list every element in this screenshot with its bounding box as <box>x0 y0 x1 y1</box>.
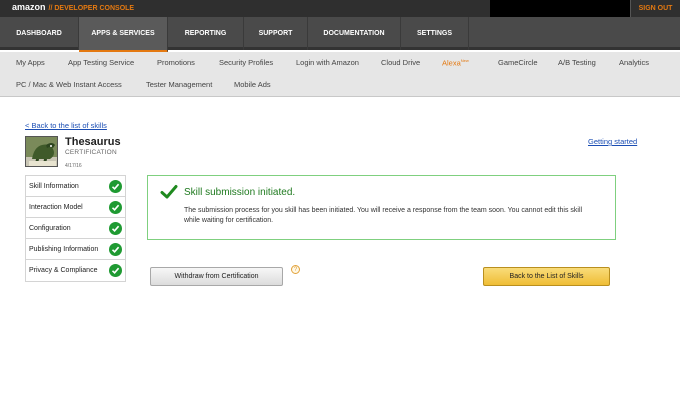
skill-icon <box>25 136 58 167</box>
skill-date: 4/17/16 <box>65 163 82 169</box>
withdraw-button[interactable]: Withdraw from Certification <box>150 267 283 286</box>
step-publishing-information[interactable]: Publishing Information <box>26 239 125 260</box>
subnav-tester-management[interactable]: Tester Management <box>146 80 212 89</box>
step-skill-information[interactable]: Skill Information <box>26 176 125 197</box>
subnav-app-testing-service[interactable]: App Testing Service <box>68 58 134 67</box>
dinosaur-image-icon <box>26 137 57 166</box>
nav-support[interactable]: SUPPORT <box>244 17 308 50</box>
message-body: The submission process for you skill has… <box>184 207 583 224</box>
amazon-logo[interactable]: amazon// DEVELOPER CONSOLE <box>12 2 134 12</box>
subnav-cloud-drive[interactable]: Cloud Drive <box>381 58 420 67</box>
step-label: Privacy & Compliance <box>29 267 98 274</box>
subnav-gamecircle[interactable]: GameCircle <box>498 58 538 67</box>
subnav-ab-testing[interactable]: A/B Testing <box>558 58 596 67</box>
step-label: Skill Information <box>29 183 79 190</box>
nav-documentation[interactable]: DOCUMENTATION <box>308 17 401 50</box>
step-label: Configuration <box>29 225 71 232</box>
message-title: Skill submission initiated. <box>184 187 296 198</box>
subnav-mobile-ads[interactable]: Mobile Ads <box>234 80 271 89</box>
step-privacy-compliance[interactable]: Privacy & Compliance <box>26 260 125 281</box>
back-to-list-button[interactable]: Back to the List of Skills <box>483 267 610 286</box>
step-label: Interaction Model <box>29 204 83 211</box>
subnav-alexa[interactable]: AlexaNew <box>442 58 469 68</box>
check-icon <box>109 264 122 277</box>
subnav-my-apps[interactable]: My Apps <box>16 58 45 67</box>
top-bar: amazon// DEVELOPER CONSOLE SIGN OUT <box>0 0 680 17</box>
step-label: Publishing Information <box>29 246 99 253</box>
subnav-login-with-amazon[interactable]: Login with Amazon <box>296 58 359 67</box>
success-check-icon <box>160 185 178 199</box>
sign-out-link[interactable]: SIGN OUT <box>630 0 680 17</box>
nav-settings[interactable]: SETTINGS <box>401 17 469 50</box>
brand-name: amazon <box>12 2 46 12</box>
sub-nav: My Apps App Testing Service Promotions S… <box>0 52 680 97</box>
developer-console-label: // DEVELOPER CONSOLE <box>48 5 135 12</box>
submission-message: Skill submission initiated. The submissi… <box>147 175 616 240</box>
nav-apps-services[interactable]: APPS & SERVICES <box>79 17 168 53</box>
subnav-instant-access[interactable]: PC / Mac & Web Instant Access <box>16 80 122 89</box>
step-configuration[interactable]: Configuration <box>26 218 125 239</box>
subnav-promotions[interactable]: Promotions <box>157 58 195 67</box>
skill-status: CERTIFICATION <box>65 149 117 156</box>
step-interaction-model[interactable]: Interaction Model <box>26 197 125 218</box>
back-to-skills-link[interactable]: < Back to the list of skills <box>25 121 107 130</box>
new-badge: New <box>460 58 469 63</box>
subnav-analytics[interactable]: Analytics <box>619 58 649 67</box>
check-icon <box>109 243 122 256</box>
steps-list: Skill Information Interaction Model Conf… <box>25 175 126 282</box>
help-icon[interactable]: ? <box>291 265 300 274</box>
account-area <box>490 0 630 17</box>
main-nav: DASHBOARD APPS & SERVICES REPORTING SUPP… <box>0 17 680 53</box>
nav-dashboard[interactable]: DASHBOARD <box>0 17 79 50</box>
skill-name: Thesaurus <box>65 136 121 148</box>
nav-reporting[interactable]: REPORTING <box>168 17 244 50</box>
getting-started-link[interactable]: Getting started <box>588 137 637 146</box>
check-icon <box>109 222 122 235</box>
alexa-label: Alexa <box>442 58 461 68</box>
subnav-security-profiles[interactable]: Security Profiles <box>219 58 273 67</box>
check-icon <box>109 180 122 193</box>
check-icon <box>109 201 122 214</box>
